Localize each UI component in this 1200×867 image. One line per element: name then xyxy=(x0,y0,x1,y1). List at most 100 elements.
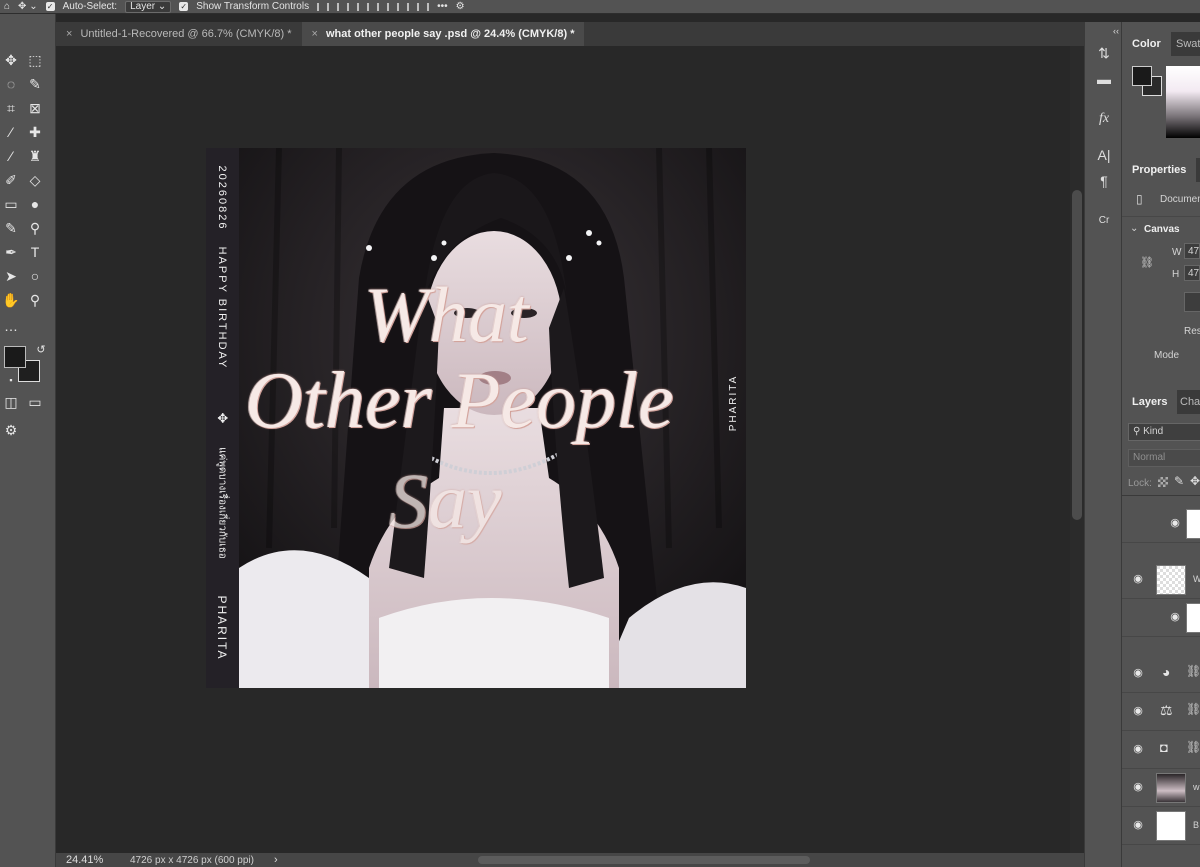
align-bottom-icon[interactable] xyxy=(417,2,430,11)
blend-mode-dropdown[interactable]: Normal xyxy=(1128,449,1200,467)
eye-icon[interactable]: ◉ xyxy=(1131,666,1145,680)
layer-mask-thumbnail[interactable] xyxy=(1186,603,1200,633)
tab-swatches[interactable]: Swatc xyxy=(1176,32,1200,56)
lasso-tool-icon[interactable]: ◌ xyxy=(0,74,22,94)
dodge-burn-tool-icon[interactable]: ⚲ xyxy=(24,218,46,238)
comments-icon[interactable]: ▬ xyxy=(1095,70,1113,88)
layer-row[interactable]: ◉ ◘ ⛓ xyxy=(1122,730,1200,769)
auto-select-checkbox[interactable]: ✓ xyxy=(45,2,55,11)
layer-row[interactable]: ◉ w xyxy=(1122,768,1200,807)
zoom-tool-icon[interactable]: ⚲ xyxy=(24,290,46,310)
layer-mask-thumbnail[interactable] xyxy=(1186,509,1200,539)
pen-tool-icon[interactable]: ✒ xyxy=(0,242,22,262)
layer-row[interactable]: ◉ ◕ ⛓ xyxy=(1122,654,1200,693)
align-middle-icon[interactable] xyxy=(397,2,410,11)
tab-untitled[interactable]: × Untitled-1-Recovered @ 66.7% (CMYK/8) … xyxy=(56,22,302,46)
foreground-color-swatch[interactable] xyxy=(4,346,26,368)
chevron-down-icon[interactable]: ⌄ xyxy=(1130,223,1138,234)
tab-channels[interactable]: Cha xyxy=(1180,390,1200,414)
layer-name[interactable]: W xyxy=(1193,574,1200,584)
align-top-icon[interactable] xyxy=(377,2,390,11)
move-tool-icon[interactable]: ✥ xyxy=(0,50,22,70)
layers-panel-header: Layers Cha xyxy=(1122,390,1200,414)
move-tool-preset-icon[interactable]: ✥ ⌄ xyxy=(18,1,38,12)
close-icon[interactable]: × xyxy=(66,22,72,46)
tab-color[interactable]: Color xyxy=(1122,32,1171,56)
close-icon[interactable]: × xyxy=(312,22,318,46)
path-select-tool-icon[interactable]: ➤ xyxy=(0,266,22,286)
brush-tool-icon[interactable]: ⁄ xyxy=(0,146,22,166)
width-input[interactable]: 47 xyxy=(1184,243,1200,259)
background-layer-thumbnail[interactable] xyxy=(1156,811,1186,841)
marquee-tool-icon[interactable]: ⬚ xyxy=(24,50,46,70)
horizontal-scroll-thumb[interactable] xyxy=(478,856,810,864)
color-foreground-swatch[interactable] xyxy=(1132,66,1152,86)
clone-stamp-tool-icon[interactable]: ♜ xyxy=(24,146,46,166)
layer-filter[interactable]: ⚲ Kind xyxy=(1128,423,1200,441)
show-transform-checkbox[interactable]: ✓ xyxy=(179,2,189,11)
edit-toolbar-icon[interactable]: … xyxy=(0,316,22,336)
frame-tool-icon[interactable]: ⊠ xyxy=(24,98,46,118)
eye-icon[interactable]: ◉ xyxy=(1131,572,1145,586)
tab-layers[interactable]: Layers xyxy=(1122,390,1178,414)
eye-icon[interactable]: ◉ xyxy=(1131,818,1145,832)
align-center-icon[interactable] xyxy=(337,2,350,11)
quick-mask-icon[interactable]: ◫ xyxy=(0,392,22,412)
libraries-icon[interactable]: Cr xyxy=(1095,212,1113,230)
align-right-icon[interactable] xyxy=(357,2,370,11)
eraser-tool-icon[interactable]: ◇ xyxy=(24,170,46,190)
gradient-tool-icon[interactable]: ▭ xyxy=(0,194,22,214)
swap-colors-icon[interactable]: ↺ xyxy=(30,340,52,360)
character-icon[interactable]: A| xyxy=(1095,146,1113,164)
eyedropper-tool-icon[interactable]: ⁄ xyxy=(0,122,22,142)
styles-icon[interactable]: fx xyxy=(1095,110,1113,128)
album-cover[interactable]: PHARITA What Other People Say xyxy=(239,148,746,688)
layer-row[interactable]: ◉ ⚖ ⛓ xyxy=(1122,692,1200,731)
screen-mode-icon[interactable]: ▭ xyxy=(24,392,46,412)
home-icon[interactable]: ⌂ xyxy=(4,1,10,12)
vertical-scroll-thumb[interactable] xyxy=(1072,190,1082,520)
orientation-icon[interactable] xyxy=(1184,292,1200,312)
lock-position-icon[interactable]: ✥ xyxy=(1190,474,1200,488)
layer-row[interactable]: ◉ xyxy=(1122,598,1200,637)
dodge-tool-icon[interactable]: ✎ xyxy=(0,218,22,238)
eye-icon[interactable]: ◉ xyxy=(1131,742,1145,756)
layer-row[interactable]: ◉ xyxy=(1122,504,1200,543)
lock-transparency-icon[interactable] xyxy=(1158,477,1168,487)
auto-select-dropdown[interactable]: Layer ⌄ xyxy=(125,0,172,13)
history-brush-tool-icon[interactable]: ✐ xyxy=(0,170,22,190)
eye-icon[interactable]: ◉ xyxy=(1131,780,1145,794)
move-cursor-icon: ✥ xyxy=(215,412,230,424)
layer-thumbnail[interactable] xyxy=(1156,565,1186,595)
height-input[interactable]: 47 xyxy=(1184,265,1200,281)
hand-tool-icon[interactable]: ✋ xyxy=(0,290,22,310)
lock-pixels-icon[interactable]: ✎ xyxy=(1174,474,1184,488)
quick-select-tool-icon[interactable]: ✎ xyxy=(24,74,46,94)
status-menu-arrow[interactable]: › xyxy=(254,854,278,866)
history-icon[interactable]: ⇅ xyxy=(1095,44,1113,62)
photo-layer-thumbnail[interactable] xyxy=(1156,773,1186,803)
color-picker-field[interactable] xyxy=(1166,66,1200,138)
tab-what-other-people-say[interactable]: × what other people say .psd @ 24.4% (CM… xyxy=(301,22,585,46)
eye-icon[interactable]: ◉ xyxy=(1131,704,1145,718)
align-left-icon[interactable] xyxy=(317,2,330,11)
crop-tool-icon[interactable]: ⌗ xyxy=(0,98,22,118)
blur-tool-icon[interactable]: ● xyxy=(24,194,46,214)
paragraph-icon[interactable]: ¶ xyxy=(1095,172,1113,190)
eye-icon[interactable]: ◉ xyxy=(1168,610,1182,624)
healing-brush-tool-icon[interactable]: ✚ xyxy=(24,122,46,142)
tab-properties[interactable]: Properties xyxy=(1122,158,1197,182)
layer-name[interactable]: w xyxy=(1193,782,1200,792)
link-icon[interactable]: ⛓ xyxy=(1140,256,1154,269)
gear-icon[interactable]: ⚙ xyxy=(456,1,465,12)
type-tool-icon[interactable]: T xyxy=(24,242,46,262)
zoom-level[interactable]: 24.41% xyxy=(56,854,128,866)
layer-row[interactable]: ◉ W xyxy=(1122,560,1200,599)
ellipse-tool-icon[interactable]: ○ xyxy=(24,266,46,286)
layer-row[interactable]: ◉ B xyxy=(1122,806,1200,845)
more-options-button[interactable]: ••• xyxy=(437,1,448,12)
default-colors-icon[interactable]: ▪ xyxy=(0,370,22,390)
eye-icon[interactable]: ◉ xyxy=(1168,516,1182,530)
extras-icon[interactable]: ⚙ xyxy=(0,420,22,440)
layer-name[interactable]: B xyxy=(1193,820,1199,830)
